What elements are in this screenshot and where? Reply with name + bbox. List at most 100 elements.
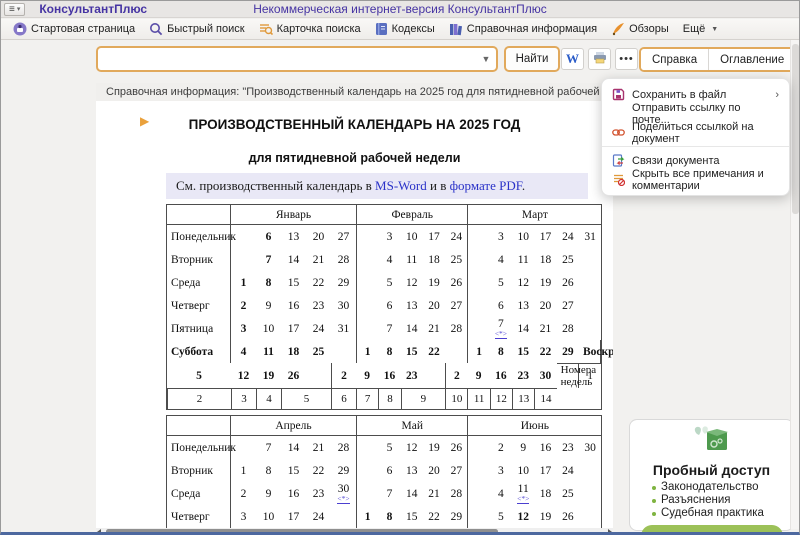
document-area: ▶ ПРОИЗВОДСТВЕННЫЙ КАЛЕНДАРЬ НА 2025 ГОД… (96, 101, 613, 528)
day-cell: 24 (306, 505, 331, 528)
weekday-label: Пятница (167, 317, 231, 340)
find-button[interactable]: Найти (504, 46, 560, 72)
day-cell: 24 (445, 225, 467, 248)
day-cell: 13 (401, 294, 423, 317)
day-cell: 8 (378, 340, 400, 363)
week-number-cell: 3 (231, 388, 256, 409)
share-link-icon (612, 126, 625, 139)
day-cell: 12 (401, 436, 423, 459)
help-button[interactable]: Справка (641, 49, 708, 70)
day-cell: 29 (557, 340, 579, 363)
day-cell (331, 340, 356, 363)
calendar-table-q2: АпрельМайИюньПонедельник7142128512192629… (166, 415, 602, 528)
month-header: Февраль (356, 205, 467, 225)
week-number-cell: 5 (281, 388, 331, 409)
codes-button[interactable]: Кодексы (368, 20, 442, 39)
hide-notes-icon (612, 173, 625, 186)
reviews-button[interactable]: Обзоры (604, 20, 676, 39)
week-number-cell: 6 (331, 388, 356, 409)
day-cell: 14 (281, 248, 306, 271)
day-cell: 13 (401, 459, 423, 482)
document-title: ПРОИЗВОДСТВЕННЫЙ КАЛЕНДАРЬ НА 2025 ГОД (96, 117, 613, 132)
day-cell: 7 (378, 317, 400, 340)
toc-button[interactable]: Оглавление (709, 49, 795, 70)
day-cell: 17 (423, 225, 445, 248)
month-header: Апрель (231, 416, 356, 436)
footnote-link[interactable]: <*> (517, 495, 529, 504)
document-subtitle: для пятидневной рабочей недели (96, 151, 613, 165)
day-cell: 25 (557, 482, 579, 505)
promo-title: Пробный доступ (630, 462, 793, 478)
day-cell (445, 340, 467, 363)
day-cell: 26 (281, 363, 306, 388)
search-input[interactable] (98, 48, 476, 70)
quick-search-button[interactable]: Быстрый поиск (142, 20, 251, 39)
day-cell (356, 294, 378, 317)
day-cell (579, 482, 601, 505)
day-cell: 9 (256, 482, 281, 505)
footnote-link[interactable]: <*> (495, 330, 507, 339)
vertical-scrollbar[interactable] (790, 40, 799, 529)
day-cell: 30 (331, 294, 356, 317)
day-cell: 1 (356, 505, 378, 528)
scroll-left-arrow-icon[interactable] (97, 529, 101, 535)
day-cell: 7 (378, 482, 400, 505)
day-cell: 27 (445, 459, 467, 482)
calendar-table-q1: ЯнварьФевральМартПонедельник613202731017… (166, 204, 602, 410)
day-cell: 19 (423, 436, 445, 459)
menu-item-share-link[interactable]: Поделиться ссылкой на документ (602, 123, 789, 142)
day-cell: 14 (401, 482, 423, 505)
day-cell: 11 (256, 340, 281, 363)
day-cell (467, 459, 489, 482)
week-number-cell: 11 (467, 388, 489, 409)
day-cell: 2 (231, 482, 256, 505)
scroll-right-arrow-icon[interactable] (608, 529, 612, 535)
footnote-link[interactable]: <*> (337, 495, 349, 504)
pdf-link[interactable]: формате PDF (450, 178, 522, 193)
day-cell: 9 (467, 363, 489, 388)
day-cell: 22 (423, 340, 445, 363)
day-cell: 9 (256, 294, 281, 317)
breadcrumb: Справочная информация: "Производственный… (96, 83, 613, 101)
submenu-chevron-icon: › (775, 89, 779, 101)
day-cell: 9 (356, 363, 378, 388)
day-cell: 30<*> (331, 482, 356, 505)
more-actions-button[interactable]: ••• (615, 48, 638, 70)
week-number-cell: 8 (378, 388, 400, 409)
day-cell (467, 482, 489, 505)
main-toolbar: Стартовая страница Быстрый поиск Карточк… (1, 19, 799, 40)
day-cell: 5 (167, 363, 231, 388)
search-card-button[interactable]: Карточка поиска (252, 20, 368, 39)
day-cell: 20 (534, 294, 556, 317)
see-also-note: См. производственный календарь в MS-Word… (166, 173, 588, 199)
export-word-button[interactable]: W (561, 48, 584, 70)
day-cell: 28 (331, 436, 356, 459)
print-button[interactable] (588, 48, 611, 70)
horizontal-scrollbar[interactable] (96, 528, 613, 535)
gift-box-icon (630, 424, 793, 461)
day-cell: 12 (512, 271, 534, 294)
more-button[interactable]: Ещё ▼ (676, 20, 725, 39)
menu-item-hide-notes[interactable]: Скрыть все примечания и комментарии (602, 170, 789, 189)
day-cell: 16 (490, 363, 512, 388)
day-cell: 17 (534, 225, 556, 248)
day-cell: 11 (512, 248, 534, 271)
ms-word-link[interactable]: MS-Word (375, 178, 427, 193)
start-page-button[interactable]: Стартовая страница (6, 20, 142, 39)
get-free-button[interactable]: ПОЛУЧИТЬ БЕСПЛАТНО (641, 525, 783, 535)
day-cell: 4 (490, 482, 512, 505)
reference-info-button[interactable]: Справочная информация (442, 20, 604, 39)
vertical-scrollbar-thumb[interactable] (792, 44, 799, 214)
day-cell: 9 (512, 436, 534, 459)
day-cell: 25 (557, 248, 579, 271)
day-cell: 23 (306, 294, 331, 317)
horizontal-scrollbar-thumb[interactable] (106, 529, 498, 534)
day-cell (356, 248, 378, 271)
day-cell: 23 (557, 436, 579, 459)
day-cell (356, 436, 378, 459)
weekday-label: Четверг (167, 294, 231, 317)
search-history-chevron-icon[interactable]: ▼ (476, 54, 496, 64)
books-icon (449, 22, 463, 36)
week-number-cell: 4 (256, 388, 281, 409)
doc-bookmark-icon[interactable]: ▶ (140, 114, 149, 128)
